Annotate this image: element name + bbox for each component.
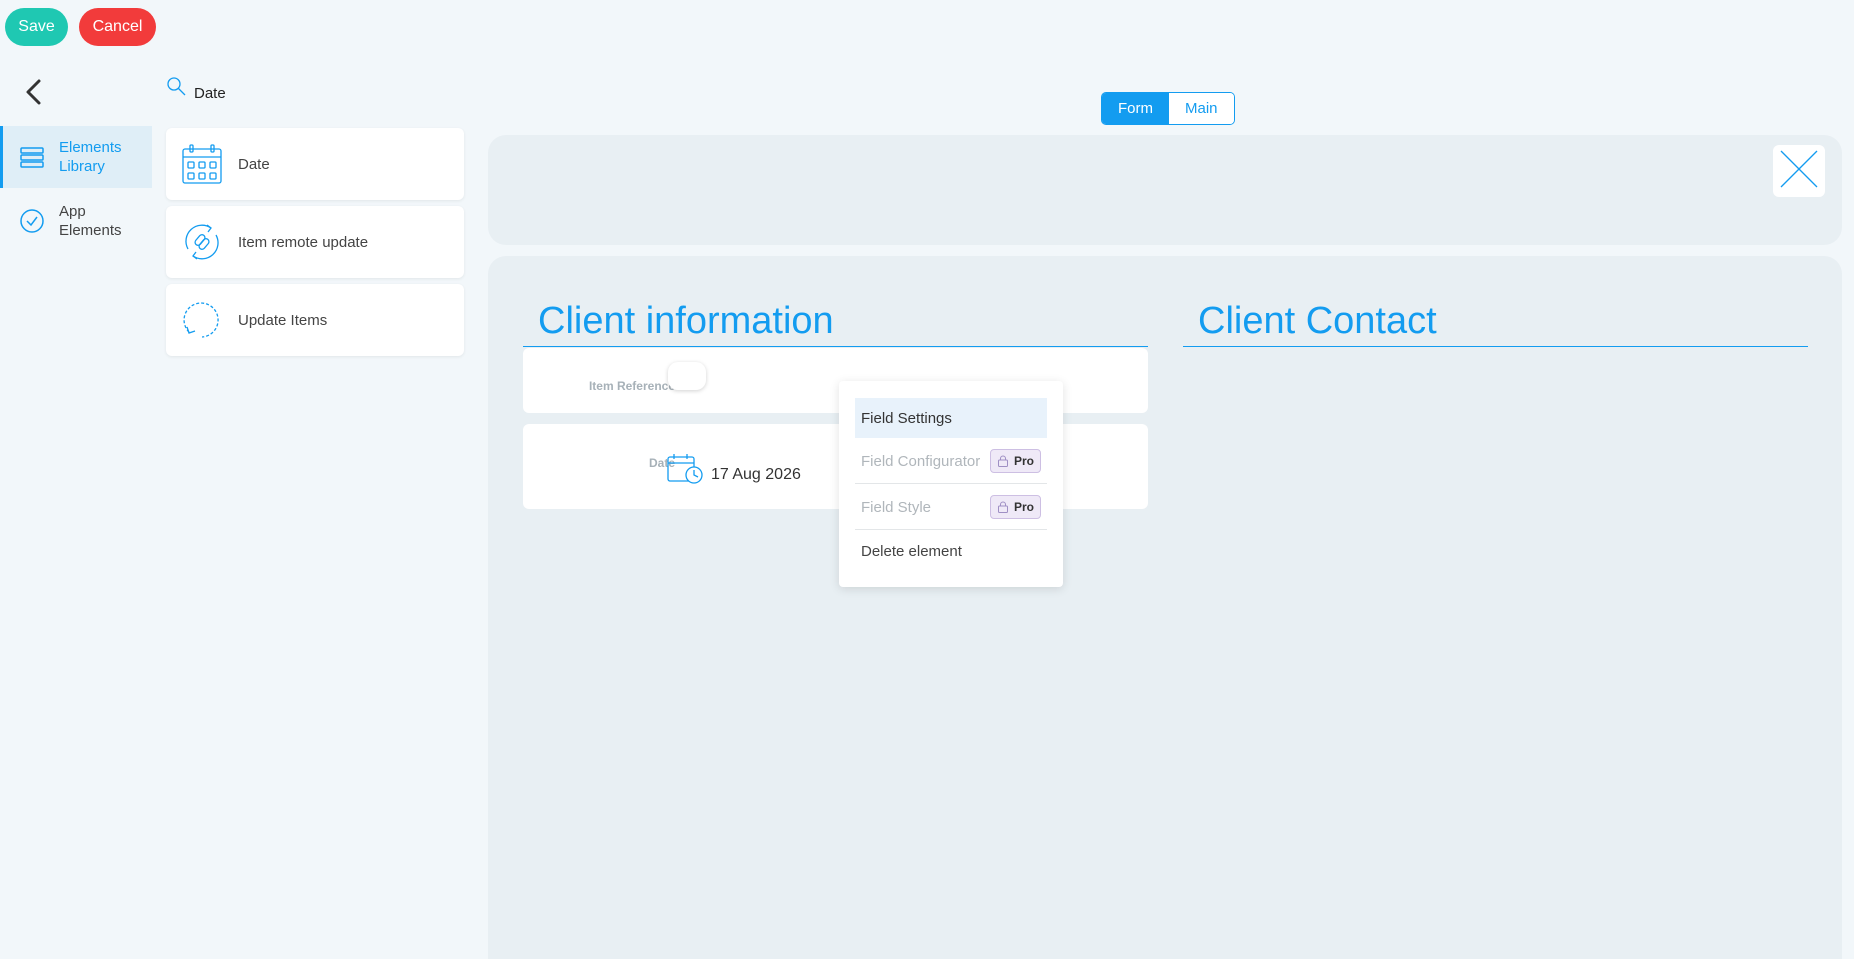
stack-icon: [19, 144, 45, 170]
menu-item-delete-element[interactable]: Delete element: [855, 531, 1047, 571]
calendar-clock-icon[interactable]: [667, 453, 705, 485]
menu-separator: [855, 529, 1047, 530]
close-icon: [1777, 147, 1821, 196]
tab-main[interactable]: Main: [1169, 93, 1234, 124]
tab-form[interactable]: Form: [1102, 93, 1169, 124]
close-button[interactable]: [1773, 145, 1825, 197]
library-item-remote-update[interactable]: Item remote update: [166, 206, 464, 278]
library-item-label: Item remote update: [238, 233, 369, 251]
library-item-label: Date: [238, 155, 270, 173]
library-item-date[interactable]: Date: [166, 128, 464, 200]
view-tabs: Form Main: [1101, 92, 1235, 125]
section-divider: [523, 346, 1148, 347]
library-item-label: Update Items: [238, 311, 328, 329]
cancel-button[interactable]: Cancel: [79, 8, 156, 46]
menu-separator: [855, 483, 1047, 484]
check-circle-icon: [19, 208, 45, 234]
lock-icon: [997, 455, 1009, 467]
sidebar-item-label: App Elements: [59, 203, 122, 239]
menu-item-field-configurator[interactable]: Field Configurator Pro: [855, 441, 1047, 481]
field-label: Item Reference: [588, 379, 675, 393]
sidebar-item-app-elements[interactable]: App Elements: [0, 190, 152, 252]
pro-badge: Pro: [990, 495, 1041, 519]
field-context-menu: Field Settings Field Configurator Pro Fi…: [839, 381, 1063, 587]
search-field[interactable]: Date: [166, 77, 226, 104]
sidebar-item-label: Elements Library: [59, 139, 122, 175]
date-value: 17 Aug 2026: [711, 466, 801, 483]
search-input[interactable]: Date: [194, 85, 226, 102]
refresh-icon: [181, 299, 223, 341]
sidebar-item-elements-library[interactable]: Elements Library: [0, 126, 152, 188]
link-refresh-icon: [181, 221, 223, 263]
section-title-client-contact: Client Contact: [1198, 300, 1437, 342]
item-reference-toggle[interactable]: [668, 362, 706, 390]
section-divider: [1183, 346, 1808, 347]
library-item-update-items[interactable]: Update Items: [166, 284, 464, 356]
header-drop-zone: [488, 135, 1842, 245]
menu-item-field-style[interactable]: Field Style Pro: [855, 487, 1047, 527]
pro-badge: Pro: [990, 449, 1041, 473]
save-button[interactable]: Save: [5, 8, 68, 46]
section-title-client-information: Client information: [538, 300, 834, 342]
search-icon: [166, 76, 188, 98]
lock-icon: [997, 501, 1009, 513]
calendar-icon: [181, 143, 223, 185]
menu-item-field-settings[interactable]: Field Settings: [855, 398, 1047, 438]
back-chevron-icon[interactable]: [22, 78, 46, 106]
